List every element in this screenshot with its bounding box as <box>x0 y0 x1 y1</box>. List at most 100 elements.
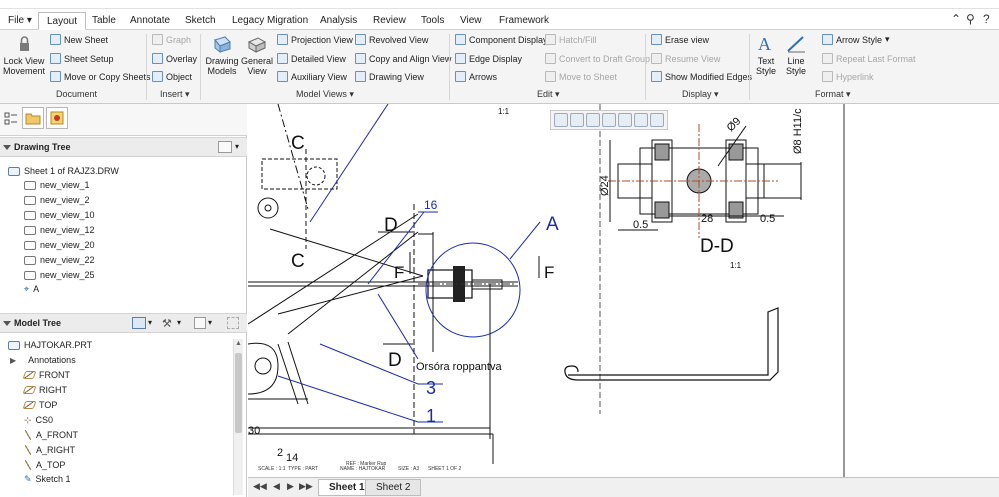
tree-item-view[interactable]: new_view_10 <box>24 208 95 222</box>
sheet-tab-2[interactable]: Sheet 2 <box>365 479 422 496</box>
overlay-button[interactable]: Overlay <box>152 53 197 64</box>
search-icon[interactable]: ⚲ <box>966 12 975 26</box>
collapse-triangle-icon[interactable] <box>3 145 11 150</box>
model-tree-display-icon[interactable] <box>132 317 146 329</box>
tree-item-datum-axis[interactable]: A_FRONT <box>24 428 78 442</box>
edit-group-dropdown[interactable]: Edit ▾ <box>537 89 560 100</box>
dropdown-arrow-icon[interactable]: ▾ <box>177 314 181 332</box>
revolved-view-button[interactable]: Revolved View <box>355 34 428 45</box>
line-style-button[interactable]: Line Style <box>783 34 809 76</box>
repaint-icon[interactable] <box>602 113 616 127</box>
detailed-view-button[interactable]: Detailed View <box>277 53 346 64</box>
last-sheet-icon[interactable]: ▶▶ <box>299 481 313 492</box>
tree-item-view[interactable]: new_view_1 <box>24 178 90 192</box>
expand-arrow-icon[interactable]: ▶ <box>10 356 16 365</box>
help-icon[interactable]: ? <box>983 12 990 26</box>
refit-icon[interactable] <box>554 113 568 127</box>
tree-item-view[interactable]: new_view_20 <box>24 238 95 252</box>
drawing-canvas[interactable]: C C D D F F A 16 3 1 Orsóra roppantva 30… <box>248 104 999 477</box>
hatch-fill-button[interactable]: Hatch/Fill <box>545 34 597 45</box>
move-copy-sheets-button[interactable]: Move or Copy Sheets <box>50 71 151 82</box>
object-button[interactable]: Object <box>152 71 192 82</box>
lock-view-movement-button[interactable]: Lock View Movement <box>3 34 45 76</box>
text-style-button[interactable]: A Text Style <box>753 34 779 76</box>
tree-item-datum-axis[interactable]: A_TOP <box>24 458 65 472</box>
component-display-button[interactable]: Component Display <box>455 34 548 45</box>
display-group-dropdown[interactable]: Display ▾ <box>682 89 719 100</box>
convert-draft-group-button[interactable]: Convert to Draft Group <box>545 53 650 64</box>
tab-layout[interactable]: Layout <box>38 12 87 30</box>
tree-item-datum-plane[interactable]: RIGHT <box>22 383 67 397</box>
erase-view-button[interactable]: Erase view <box>651 34 709 45</box>
dropdown-arrow-icon[interactable]: ▾ <box>235 138 239 156</box>
saved-views-icon[interactable] <box>634 113 648 127</box>
zoom-out-icon[interactable] <box>586 113 600 127</box>
model-tree-scrollbar[interactable]: ▲ <box>233 339 243 495</box>
tree-item-datum-plane[interactable]: TOP <box>22 398 57 412</box>
insert-group-dropdown[interactable]: Insert ▾ <box>160 89 190 100</box>
arrow-style-button[interactable]: Arrow Style ▾ <box>822 34 890 45</box>
tab-sketch[interactable]: Sketch <box>177 12 224 30</box>
show-modified-edges-button[interactable]: Show Modified Edges <box>651 71 752 82</box>
edge-display-button[interactable]: Edge Display <box>455 53 522 64</box>
general-view-button[interactable]: General View <box>240 34 274 76</box>
tab-framework[interactable]: Framework <box>491 12 557 30</box>
tab-legacy-migration[interactable]: Legacy Migration <box>224 12 316 30</box>
tab-annotate[interactable]: Annotate <box>122 12 178 30</box>
tree-item-annotation[interactable]: ⌖ A <box>24 282 39 296</box>
tree-item-view[interactable]: new_view_2 <box>24 193 90 207</box>
dropdown-arrow-icon[interactable]: ▾ <box>148 314 152 332</box>
model-tree-header[interactable]: Model Tree ▾ ⚒ ▾ ▾ <box>0 313 247 333</box>
tree-filter-icon[interactable] <box>227 317 239 329</box>
new-sheet-button[interactable]: New Sheet <box>50 34 108 45</box>
drawing-tree-header[interactable]: Drawing Tree ▾ <box>0 137 247 157</box>
tools-icon[interactable]: ⚒ <box>162 315 172 333</box>
tree-item-view[interactable]: new_view_12 <box>24 223 95 237</box>
tab-table[interactable]: Table <box>84 12 124 30</box>
tab-tools[interactable]: Tools <box>413 12 452 30</box>
scrollbar-thumb[interactable] <box>235 353 242 433</box>
tree-item-annotations[interactable]: ▶ Annotations <box>10 353 76 367</box>
drawing-models-button[interactable]: Drawing Models <box>204 34 240 76</box>
model-tree-settings-icon[interactable] <box>194 317 206 329</box>
folder-browser-tab[interactable] <box>22 107 44 129</box>
graph-button[interactable]: Graph <box>152 34 191 45</box>
tab-review[interactable]: Review <box>365 12 414 30</box>
tree-item-sheet[interactable]: Sheet 1 of RAJZ3.DRW <box>8 164 119 178</box>
display-style-icon[interactable] <box>618 113 632 127</box>
auxiliary-view-button[interactable]: Auxiliary View <box>277 71 347 82</box>
hyperlink-button[interactable]: Hyperlink <box>822 71 874 82</box>
tree-item-view[interactable]: new_view_22 <box>24 253 95 267</box>
next-sheet-icon[interactable]: ▶ <box>287 481 294 492</box>
copy-align-view-button[interactable]: Copy and Align View <box>355 53 451 64</box>
zoom-in-icon[interactable] <box>570 113 584 127</box>
sheet-setup-button[interactable]: Sheet Setup <box>50 53 114 64</box>
tree-item-coordinate-system[interactable]: ⊹ CS0 <box>24 413 53 427</box>
format-group-dropdown[interactable]: Format ▾ <box>815 89 851 100</box>
favorites-tab[interactable] <box>46 107 68 129</box>
tab-file[interactable]: File ▾ <box>0 12 40 30</box>
arrows-button[interactable]: Arrows <box>455 71 497 82</box>
tab-view[interactable]: View <box>452 12 490 30</box>
first-sheet-icon[interactable]: ◀◀ <box>253 481 267 492</box>
dropdown-arrow-icon[interactable]: ▾ <box>208 314 212 332</box>
datum-display-icon[interactable] <box>650 113 664 127</box>
ribbon-minimize-icon[interactable]: ⌃ <box>951 12 961 26</box>
tree-item-datum-plane[interactable]: FRONT <box>22 368 70 382</box>
resume-view-button[interactable]: Resume View <box>651 53 720 64</box>
prev-sheet-icon[interactable]: ◀ <box>273 481 280 492</box>
tree-item-sketch[interactable]: ✎ Sketch 1 <box>24 472 71 486</box>
layer-tree-icon[interactable] <box>4 112 18 126</box>
collapse-triangle-icon[interactable] <box>3 321 11 326</box>
repeat-last-format-button[interactable]: Repeat Last Format <box>822 53 916 64</box>
drawing-tree-settings-icon[interactable] <box>218 141 232 153</box>
drawing-view-button[interactable]: Drawing View <box>355 71 424 82</box>
scroll-up-icon[interactable]: ▲ <box>235 340 242 347</box>
projection-view-button[interactable]: Projection View <box>277 34 353 45</box>
tree-item-datum-axis[interactable]: A_RIGHT <box>24 443 75 457</box>
tree-item-part[interactable]: HAJTOKAR.PRT <box>8 338 92 352</box>
tab-analysis[interactable]: Analysis <box>312 12 365 30</box>
tree-item-view[interactable]: new_view_25 <box>24 268 95 282</box>
move-to-sheet-button[interactable]: Move to Sheet <box>545 71 617 82</box>
model-views-group-dropdown[interactable]: Model Views ▾ <box>296 89 354 100</box>
